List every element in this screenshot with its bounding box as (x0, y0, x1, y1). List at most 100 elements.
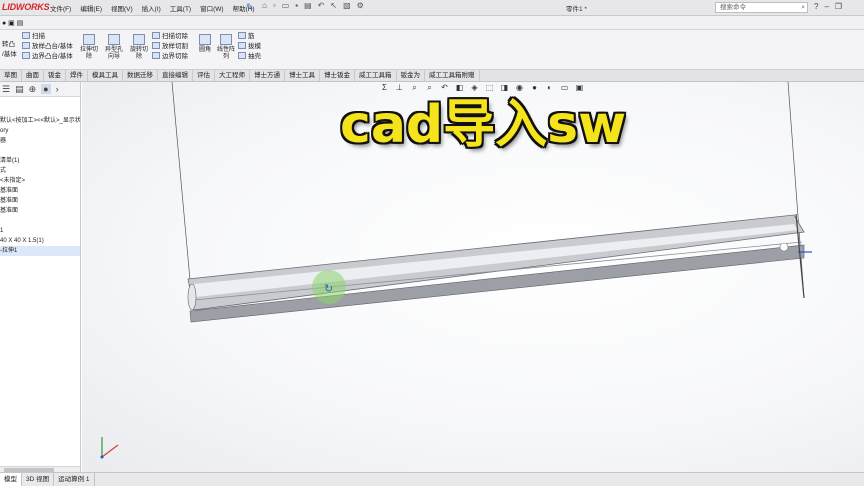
linear-pattern-button[interactable]: 线性阵列 (215, 34, 237, 61)
sweep-boss-button[interactable]: 扫描 (22, 32, 73, 42)
tree-item-history[interactable]: ory (0, 126, 80, 136)
tab-sheet-metal-2[interactable]: 钣金为 (397, 70, 425, 81)
help-icon[interactable]: ? (814, 2, 818, 11)
tab-weigong-toolbox[interactable]: 威工工具箱 (355, 70, 397, 81)
tab-boshi-tools[interactable]: 博士工具 (285, 70, 320, 81)
sketch-line-left (171, 82, 191, 281)
tree-item-top-plane[interactable]: 基准面 (0, 196, 80, 206)
lofted-cut-button[interactable]: 放样切割 (152, 42, 188, 52)
home-icon[interactable]: ⌂ (262, 1, 267, 10)
cut-group: 扫描切除 放样切割 边界切除 (152, 32, 188, 62)
swept-cut-button[interactable]: 扫描切除 (152, 32, 188, 42)
menu-edit[interactable]: 编辑(E) (80, 3, 102, 13)
tab-weigong-bonus[interactable]: 威工工具箱附赠 (425, 70, 480, 81)
search-input[interactable]: 搜索命令 ⌕ (715, 2, 808, 13)
boundary-boss-button[interactable]: 边界凸台/基体 (22, 52, 73, 62)
features-group: 筋 拔模 抽壳 (238, 32, 261, 62)
open-icon[interactable]: ▭ (282, 1, 290, 10)
undo-icon[interactable]: ↶ (318, 1, 325, 10)
revolve-boss-label-2[interactable]: /基体 (2, 50, 17, 60)
tree-item-origin[interactable]: 1 (0, 226, 80, 236)
rotate-icon: ↻ (324, 282, 333, 295)
tree-item-extrude[interactable]: -拉伸1 (0, 246, 80, 256)
tab-engineer[interactable]: 大工程师 (215, 70, 250, 81)
select-icon[interactable]: ↖ (330, 1, 337, 10)
save-icon[interactable]: ▪ (295, 1, 298, 10)
fillet-button[interactable]: 圆角 (194, 34, 216, 54)
command-tabs: 草图 曲面 钣金 焊件 模具工具 数据迁移 直接编辑 评估 大工程师 博士方通 … (0, 70, 864, 82)
appearance-icon[interactable]: ● (41, 84, 51, 94)
panel-more-icon[interactable]: › (56, 84, 59, 94)
property-manager-icon[interactable]: ▤ (15, 84, 24, 95)
draft-icon (238, 42, 246, 49)
loft-label: 放样凸台/基体 (32, 43, 73, 50)
boundary-cut-button[interactable]: 边界切除 (152, 52, 188, 62)
menu-insert[interactable]: 插入(I) (142, 3, 161, 13)
tab-sketch[interactable]: 草图 (0, 70, 22, 81)
tab-mold-tools[interactable]: 模具工具 (88, 70, 123, 81)
linear-pattern-label: 线性阵列 (216, 47, 235, 60)
title-bar: LIDWORKS 文件(F) 编辑(E) 视图(V) 插入(I) 工具(T) 窗… (0, 0, 864, 16)
boss-stub-group: 转凸 /基体 (2, 40, 17, 60)
fillet-icon (199, 34, 211, 45)
menu-window[interactable]: 窗口(W) (200, 3, 223, 13)
tree-item-profile[interactable]: 40 X 40 X 1.5(1) (0, 236, 80, 246)
tree-item-equations[interactable]: 式 (0, 166, 80, 176)
new-document-icon[interactable]: ▫ (273, 1, 276, 10)
triad-x-axis (101, 444, 119, 458)
tab-3d-views[interactable]: 3D 视图 (22, 473, 55, 486)
tube-hole (779, 242, 789, 252)
tree-item-right-plane[interactable]: 基准面 (0, 206, 80, 216)
extrude-cut-button[interactable]: 拉伸切除 (78, 34, 100, 61)
feature-tree-icon[interactable]: ☰ (2, 84, 10, 95)
panel-toolbar: ☰ ▤ ⊕ ● › (0, 82, 80, 97)
tree-item-material[interactable]: <未指定> (0, 176, 80, 186)
search-icon[interactable]: ⌕ (801, 3, 805, 12)
search-placeholder: 搜索命令 (720, 4, 746, 11)
revolve-boss-label[interactable]: 转凸 (2, 40, 17, 50)
tree-item-blank-2 (0, 216, 80, 226)
tab-boshi-fangtong[interactable]: 博士方通 (250, 70, 285, 81)
tab-surface[interactable]: 曲面 (22, 70, 44, 81)
tab-direct-editing[interactable]: 直接编辑 (158, 70, 193, 81)
graphics-area[interactable]: Σ ⊥ ⌕ ⌕ ↶ ◧ ◈ ⬚ ◨ ◉ ● ◐ ▭ ▣ ↻ cad导入sw (82, 82, 864, 472)
document-title: 零件1 * (566, 6, 587, 13)
revolve-cut-button[interactable]: 旋转切除 (128, 34, 150, 61)
options-icon[interactable]: ⚙ (357, 1, 364, 10)
menu-file[interactable]: 文件(F) (50, 3, 71, 13)
tab-sheet-metal[interactable]: 钣金 (44, 70, 66, 81)
tree-item-front-plane[interactable]: 基准面 (0, 186, 80, 196)
rebuild-icon[interactable]: ▧ (343, 1, 351, 10)
tab-model[interactable]: 模型 (0, 473, 22, 486)
loft-icon (22, 42, 30, 49)
swept-cut-label: 扫描切除 (162, 33, 188, 40)
tab-weldments[interactable]: 焊件 (66, 70, 88, 81)
tab-data-migration[interactable]: 数据迁移 (123, 70, 158, 81)
menu-bar: 文件(F) 编辑(E) 视图(V) 插入(I) 工具(T) 窗口(W) 帮助(H… (50, 3, 255, 13)
loft-boss-button[interactable]: 放样凸台/基体 (22, 42, 73, 52)
draft-button[interactable]: 拔模 (238, 42, 261, 52)
extrude-cut-icon (83, 34, 95, 45)
menu-tools[interactable]: 工具(T) (170, 3, 191, 13)
minimize-icon[interactable]: – (824, 2, 828, 11)
print-icon[interactable]: ▤ (304, 1, 312, 10)
tree-item-cut-list[interactable]: 清单(1) (0, 156, 80, 166)
restore-icon[interactable]: ❐ (835, 2, 842, 11)
tree-item-sensors[interactable]: 器 (0, 136, 80, 146)
menu-view[interactable]: 视图(V) (111, 3, 133, 13)
shell-button[interactable]: 抽壳 (238, 52, 261, 62)
hole-wizard-button[interactable]: 异型孔向导 (103, 34, 125, 61)
command-manager: 转凸 /基体 扫描 放样凸台/基体 边界凸台/基体 拉伸切除 异型孔向导 旋转切… (0, 30, 864, 70)
tab-boshi-sheet-metal[interactable]: 博士钣金 (320, 70, 355, 81)
revolve-cut-icon (133, 34, 145, 45)
window-controls: ? – ❐ (814, 2, 842, 11)
rib-button[interactable]: 筋 (238, 32, 261, 42)
rib-icon (238, 32, 246, 39)
tree-item-part-config[interactable]: 默认<按加工><<默认>_显示状 (0, 116, 80, 126)
lofted-cut-label: 放样切割 (162, 43, 188, 50)
configuration-icon[interactable]: ⊕ (29, 84, 37, 95)
tab-evaluate[interactable]: 评估 (193, 70, 215, 81)
boss-group: 扫描 放样凸台/基体 边界凸台/基体 (22, 32, 73, 62)
pin-menu-icon[interactable]: ✎ (246, 2, 254, 13)
tab-motion-study[interactable]: 运动算例 1 (54, 473, 95, 486)
